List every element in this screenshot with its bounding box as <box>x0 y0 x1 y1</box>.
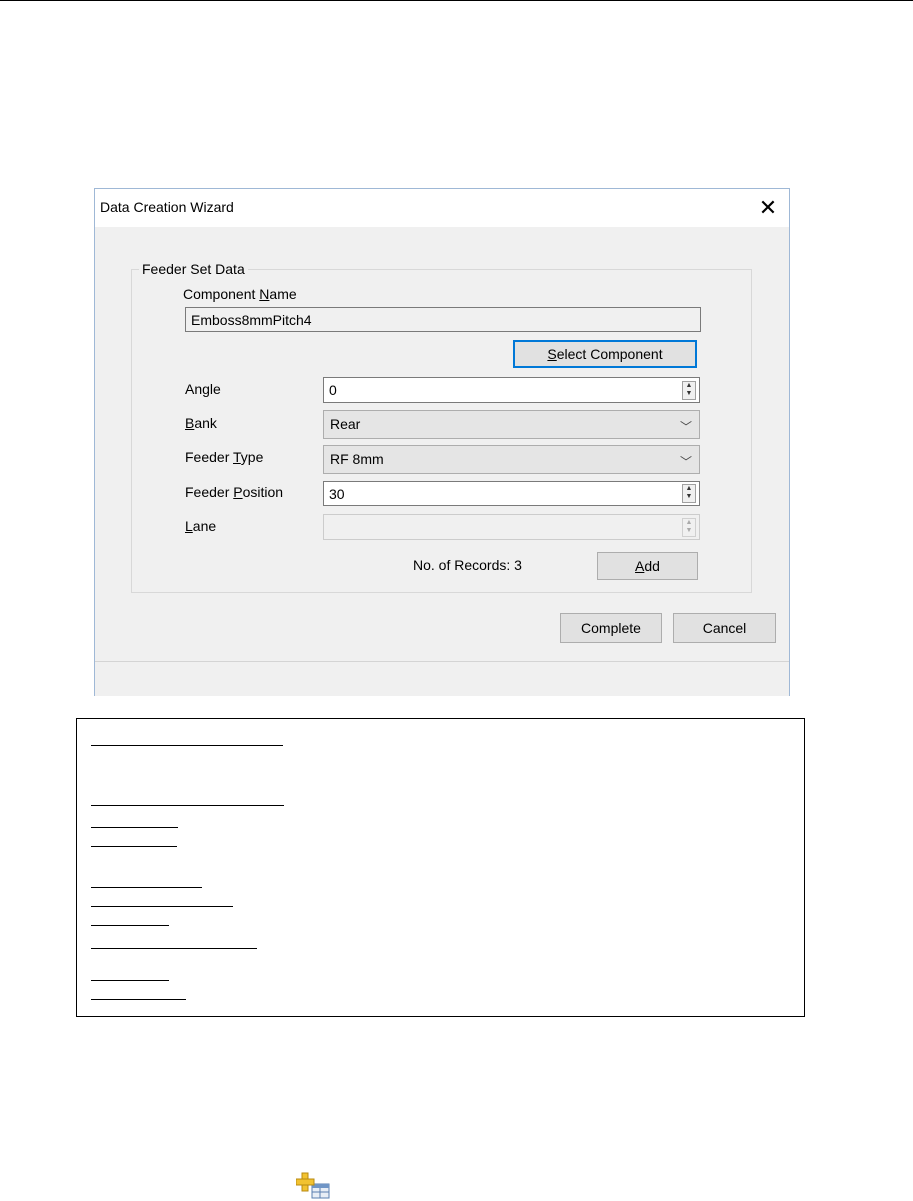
redacted-line <box>91 906 233 907</box>
spin-up-icon: ▲ <box>685 519 693 526</box>
group-title: Feeder Set Data <box>139 261 248 277</box>
feeder-position-spinner[interactable]: ▲ ▼ <box>682 484 696 503</box>
spin-down-icon: ▼ <box>685 527 693 534</box>
component-name-field[interactable]: Emboss8mmPitch4 <box>185 307 701 332</box>
redacted-line <box>91 925 169 926</box>
feeder-type-label: Feeder Type <box>185 449 264 465</box>
redacted-line <box>91 846 177 847</box>
spin-down-icon[interactable]: ▼ <box>683 493 695 501</box>
lane-input: ▲ ▼ <box>323 514 700 540</box>
feeder-position-label: Feeder Position <box>185 484 284 500</box>
redacted-line <box>91 999 186 1000</box>
feeder-type-select[interactable]: RF 8mm ﹀ <box>323 445 700 474</box>
redacted-line <box>91 745 283 746</box>
records-count: No. of Records: 3 <box>413 557 522 573</box>
redacted-notes-box <box>76 718 805 1017</box>
dialog-titlebar: Data Creation Wizard ✕ <box>95 189 789 227</box>
lane-spinner: ▲ ▼ <box>682 518 696 537</box>
page-top-rule <box>0 0 913 1</box>
redacted-line <box>91 805 284 806</box>
bank-label: Bank <box>185 415 217 431</box>
feeder-position-input[interactable]: 30 ▲ ▼ <box>323 481 700 506</box>
redacted-line <box>91 948 257 949</box>
spin-up-icon[interactable]: ▲ <box>683 382 695 390</box>
close-icon[interactable]: ✕ <box>755 195 781 221</box>
bank-select[interactable]: Rear ﹀ <box>323 410 700 439</box>
redacted-line <box>91 980 169 981</box>
dialog-title: Data Creation Wizard <box>100 199 234 215</box>
cancel-button[interactable]: Cancel <box>673 613 776 643</box>
angle-label: Angle <box>185 381 221 397</box>
lane-label: Lane <box>185 518 217 534</box>
spin-up-icon[interactable]: ▲ <box>683 485 695 493</box>
spin-down-icon[interactable]: ▼ <box>683 390 695 398</box>
component-name-label: Component Name <box>183 286 297 302</box>
redacted-line <box>91 827 178 828</box>
add-table-icon <box>296 1172 330 1199</box>
data-creation-wizard-dialog: Data Creation Wizard ✕ Feeder Set Data C… <box>94 188 790 696</box>
add-button[interactable]: Add <box>597 552 698 580</box>
chevron-down-icon: ﹀ <box>679 455 692 469</box>
angle-input[interactable]: 0 ▲ ▼ <box>323 377 700 403</box>
complete-button[interactable]: Complete <box>560 613 662 643</box>
chevron-down-icon: ﹀ <box>679 420 692 434</box>
redacted-line <box>91 887 202 888</box>
status-bar <box>95 661 789 696</box>
select-component-button[interactable]: Select Component <box>513 340 697 368</box>
angle-spinner[interactable]: ▲ ▼ <box>682 381 696 400</box>
